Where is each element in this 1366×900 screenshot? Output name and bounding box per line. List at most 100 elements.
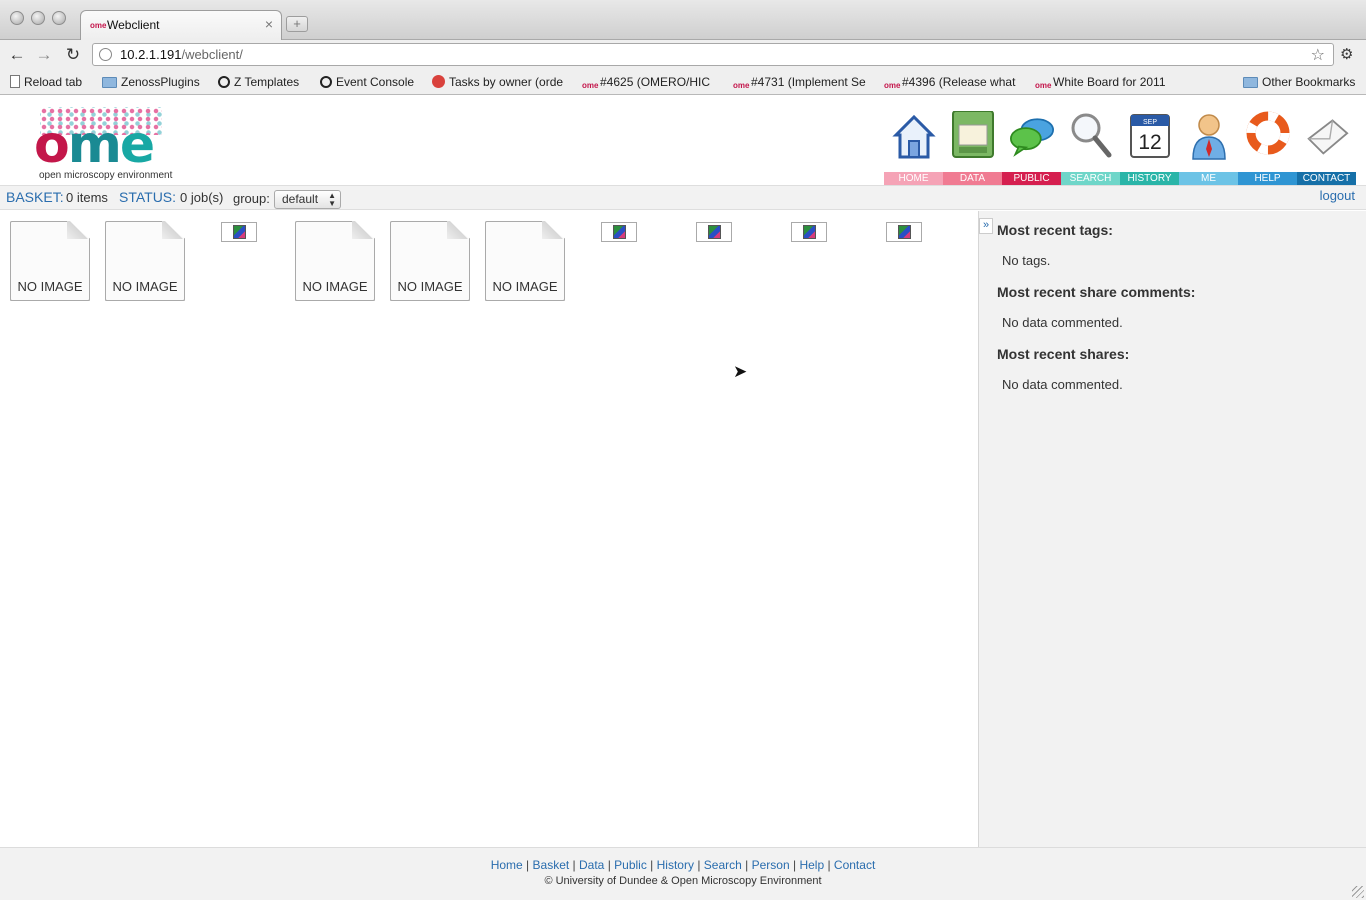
- nav-search[interactable]: SEARCH: [1061, 107, 1120, 185]
- bug-icon: [432, 75, 445, 88]
- main-nav: HOME DATA PUBLIC SEARCH SEP 12 HISTORY M…: [884, 107, 1356, 185]
- image-thumbnail[interactable]: NO IMAGE: [485, 221, 565, 301]
- nav-help[interactable]: HELP: [1238, 107, 1297, 185]
- window-minimize-button[interactable]: [31, 11, 45, 25]
- bookmark-label: Z Templates: [234, 75, 300, 89]
- footer-link-public[interactable]: Public: [614, 858, 647, 872]
- status-count: 0 job(s): [180, 190, 224, 205]
- bookmark-item[interactable]: ZenossPlugins: [102, 75, 202, 89]
- nav-me[interactable]: ME: [1179, 107, 1238, 185]
- right-panel: » Most recent tags: No tags. Most recent…: [978, 211, 1366, 847]
- bookmark-label: #4731 (Implement Se: [751, 75, 866, 89]
- bookmark-item[interactable]: Tasks by owner (orde: [432, 75, 566, 89]
- resize-grip-icon[interactable]: [1352, 886, 1364, 898]
- footer-link-search[interactable]: Search: [704, 858, 742, 872]
- broken-image-thumbnail[interactable]: [696, 222, 732, 242]
- basket-count: 0 items: [66, 190, 108, 205]
- tab-close-icon[interactable]: ×: [265, 16, 273, 32]
- shares-heading: Most recent shares:: [997, 346, 1130, 362]
- url-host: 10.2.1.191: [120, 47, 182, 62]
- page-footer: Home | Basket | Data | Public | History …: [0, 847, 1366, 900]
- bookmark-item[interactable]: Event Console: [320, 75, 420, 89]
- me-icon: [1192, 114, 1226, 160]
- image-thumbnail[interactable]: NO IMAGE: [105, 221, 185, 301]
- extension-icon[interactable]: ⚙: [1340, 45, 1353, 63]
- ome-favicon-icon: ome: [90, 21, 107, 30]
- no-image-label: NO IMAGE: [492, 279, 558, 294]
- share-comments-empty-text: No data commented.: [1002, 315, 1123, 330]
- page-fold: [67, 221, 90, 239]
- globe-icon: [99, 48, 112, 61]
- tags-heading: Most recent tags:: [997, 222, 1113, 238]
- browser-tab-strip: ome Webclient × +: [0, 0, 1366, 40]
- bookmark-item[interactable]: Z Templates: [218, 75, 308, 89]
- tab-title: Webclient: [107, 18, 160, 32]
- nav-history[interactable]: SEP 12 HISTORY: [1120, 107, 1179, 185]
- bookmark-item[interactable]: ome #4731 (Implement Se: [733, 75, 867, 90]
- footer-link-history[interactable]: History: [657, 858, 694, 872]
- address-bar[interactable]: 10.2.1.191/webclient/ ☆: [92, 43, 1334, 66]
- calendar-month: SEP: [1143, 119, 1157, 126]
- group-select[interactable]: default ▲ ▼: [274, 190, 341, 209]
- ome-icon: ome: [884, 81, 901, 90]
- home-icon: [892, 114, 936, 159]
- bookmark-item[interactable]: ome #4396 (Release what: [884, 75, 1018, 90]
- bookmark-label: White Board for 2011: [1053, 75, 1166, 89]
- status-label[interactable]: STATUS:: [119, 189, 176, 205]
- footer-link-home[interactable]: Home: [491, 858, 523, 872]
- window-close-button[interactable]: [10, 11, 24, 25]
- tags-empty-text: No tags.: [1002, 253, 1051, 268]
- broken-image-icon: [803, 225, 816, 239]
- search-icon: [1071, 113, 1112, 158]
- image-thumbnail[interactable]: NO IMAGE: [10, 221, 90, 301]
- share-comments-heading: Most recent share comments:: [997, 284, 1196, 300]
- footer-link-help[interactable]: Help: [799, 858, 824, 872]
- calendar-day: 12: [1138, 131, 1161, 154]
- browser-toolbar: ← → ↻ 10.2.1.191/webclient/ ☆ ⚙: [0, 40, 1366, 70]
- bookmark-item[interactable]: ome White Board for 2011: [1035, 75, 1169, 90]
- footer-link-contact[interactable]: Contact: [834, 858, 875, 872]
- logout-link[interactable]: logout: [1320, 188, 1355, 203]
- basket-label[interactable]: BASKET:: [6, 189, 64, 205]
- nav-public[interactable]: PUBLIC: [1002, 107, 1061, 185]
- no-image-label: NO IMAGE: [397, 279, 463, 294]
- footer-link-basket[interactable]: Basket: [533, 858, 570, 872]
- footer-link-data[interactable]: Data: [579, 858, 604, 872]
- ome-logo[interactable]: ome open microscopy environment: [30, 107, 172, 185]
- public-icon: [1010, 118, 1054, 157]
- footer-link-person[interactable]: Person: [752, 858, 790, 872]
- forward-icon[interactable]: →: [33, 45, 55, 65]
- nav-label: HELP: [1238, 172, 1297, 185]
- bookmark-item[interactable]: ome #4625 (OMERO/HIC: [582, 75, 716, 90]
- broken-image-thumbnail[interactable]: [886, 222, 922, 242]
- bookmark-label: #4625 (OMERO/HIC: [600, 75, 711, 89]
- bookmark-label: Event Console: [336, 75, 415, 89]
- select-arrows-icon: ▲ ▼: [328, 191, 336, 208]
- window-zoom-button[interactable]: [52, 11, 66, 25]
- address-url: 10.2.1.191/webclient/: [120, 47, 243, 62]
- image-thumbnail[interactable]: NO IMAGE: [390, 221, 470, 301]
- bookmark-star-icon[interactable]: ☆: [1311, 45, 1325, 65]
- reload-icon[interactable]: ↻: [62, 45, 84, 65]
- footer-copyright: © University of Dundee & Open Microscopy…: [544, 875, 822, 887]
- broken-image-thumbnail[interactable]: [221, 222, 257, 242]
- bookmark-item-other[interactable]: Other Bookmarks: [1243, 75, 1361, 89]
- url-path: /webclient/: [181, 47, 243, 62]
- collapse-panel-button[interactable]: »: [979, 218, 993, 234]
- nav-label: PUBLIC: [1002, 172, 1061, 185]
- bookmark-item[interactable]: Reload tab: [10, 75, 95, 89]
- page-fold: [542, 221, 565, 239]
- broken-image-thumbnail[interactable]: [601, 222, 637, 242]
- browser-tab[interactable]: ome Webclient ×: [80, 10, 282, 40]
- page-header: ome open microscopy environment HOME DAT…: [0, 95, 1366, 185]
- broken-image-icon: [898, 225, 911, 239]
- new-tab-button[interactable]: +: [286, 16, 308, 32]
- nav-home[interactable]: HOME: [884, 107, 943, 185]
- group-label: group:: [233, 191, 270, 206]
- back-icon[interactable]: ←: [6, 45, 28, 65]
- nav-label: DATA: [943, 172, 1002, 185]
- nav-contact[interactable]: CONTACT: [1297, 107, 1356, 185]
- nav-data[interactable]: DATA: [943, 107, 1002, 185]
- image-thumbnail[interactable]: NO IMAGE: [295, 221, 375, 301]
- broken-image-thumbnail[interactable]: [791, 222, 827, 242]
